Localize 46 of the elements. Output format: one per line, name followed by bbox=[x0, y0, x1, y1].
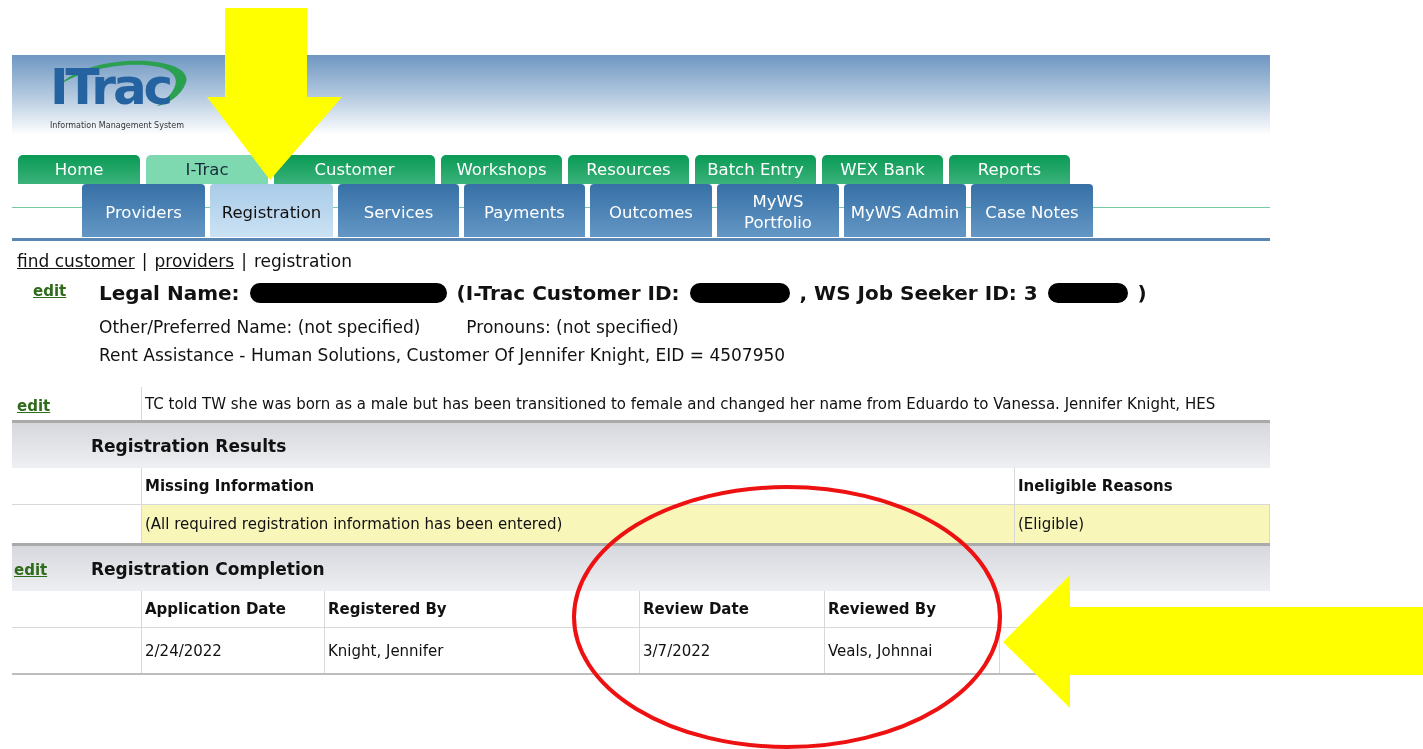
customer-heading-text: (I-Trac Customer ID: bbox=[456, 281, 680, 305]
sub-tab[interactable]: Services bbox=[338, 184, 459, 237]
preferred-name-text: Other/Preferred Name: (not specified) bbox=[99, 317, 421, 337]
column-header: Application Date bbox=[142, 591, 325, 627]
table-cell: (All required registration information has been entered) bbox=[142, 505, 1015, 543]
sub-tab[interactable]: Case Notes bbox=[971, 184, 1093, 237]
breadcrumb-current: registration bbox=[253, 251, 352, 271]
breadcrumb-separator: | bbox=[141, 251, 148, 271]
nav-tab[interactable]: Reports bbox=[949, 155, 1070, 184]
table-cell: 2/24/2022 bbox=[142, 628, 325, 673]
edit-link[interactable]: edit bbox=[12, 282, 99, 300]
nav-tab[interactable]: Customer bbox=[274, 155, 435, 184]
section-title: Registration Results bbox=[91, 435, 287, 456]
nav-tab[interactable]: I-Trac bbox=[146, 155, 268, 184]
case-note-text: TC told TW she was born as a male but has been transitioned to female and changed her name from Eduardo to Vanessa. Jennifer Knight, HES bbox=[144, 393, 1217, 415]
breadcrumb-separator: | bbox=[241, 251, 247, 271]
column-header: Review Date bbox=[640, 591, 825, 627]
table-cell: 3/7/2022 bbox=[640, 628, 825, 673]
section-title: Registration Completion bbox=[91, 558, 325, 579]
customer-heading-text: ) bbox=[1137, 281, 1147, 305]
sub-tab[interactable]: MyWS Admin bbox=[844, 184, 966, 237]
column-header: Reviewed By bbox=[825, 591, 1000, 627]
breadcrumb-link[interactable]: providers bbox=[154, 251, 235, 271]
nav-tab[interactable]: WEX Bank bbox=[822, 155, 943, 184]
sub-tab[interactable]: Payments bbox=[464, 184, 585, 237]
column-header: Registered By bbox=[325, 591, 640, 627]
sub-tab[interactable]: Outcomes bbox=[590, 184, 712, 237]
logo-tagline: Information Management System bbox=[50, 121, 184, 130]
column-header: Missing Information bbox=[142, 468, 1015, 504]
edit-link[interactable]: edit bbox=[15, 387, 51, 415]
program-text: Rent Assistance - Human Solutions, Customer Of Jennifer Knight, EID = 4507950 bbox=[99, 345, 787, 365]
nav-tab[interactable]: Resources bbox=[568, 155, 689, 184]
nav-tab[interactable]: Workshops bbox=[441, 155, 562, 184]
customer-heading-text: , WS Job Seeker ID: 3 bbox=[799, 281, 1038, 305]
breadcrumb-link[interactable]: find customer bbox=[17, 251, 135, 271]
sub-tab[interactable]: Registration bbox=[210, 184, 333, 237]
column-header: Ineligible Reasons bbox=[1017, 476, 1174, 497]
customer-heading-text: Legal Name: bbox=[99, 281, 240, 305]
nav-tab[interactable]: Batch Entry bbox=[695, 155, 816, 184]
nav-tab[interactable]: Home bbox=[18, 155, 140, 184]
table-cell: (Eligible) bbox=[1015, 505, 1270, 543]
sub-tab[interactable]: MyWS Portfolio bbox=[717, 184, 839, 237]
pronouns-text: Pronouns: (not specified) bbox=[466, 317, 679, 337]
table-cell: Knight, Jennifer bbox=[325, 628, 640, 673]
sub-tab[interactable]: Providers bbox=[82, 184, 205, 237]
table-cell: Veals, Johnnai bbox=[825, 628, 1000, 673]
